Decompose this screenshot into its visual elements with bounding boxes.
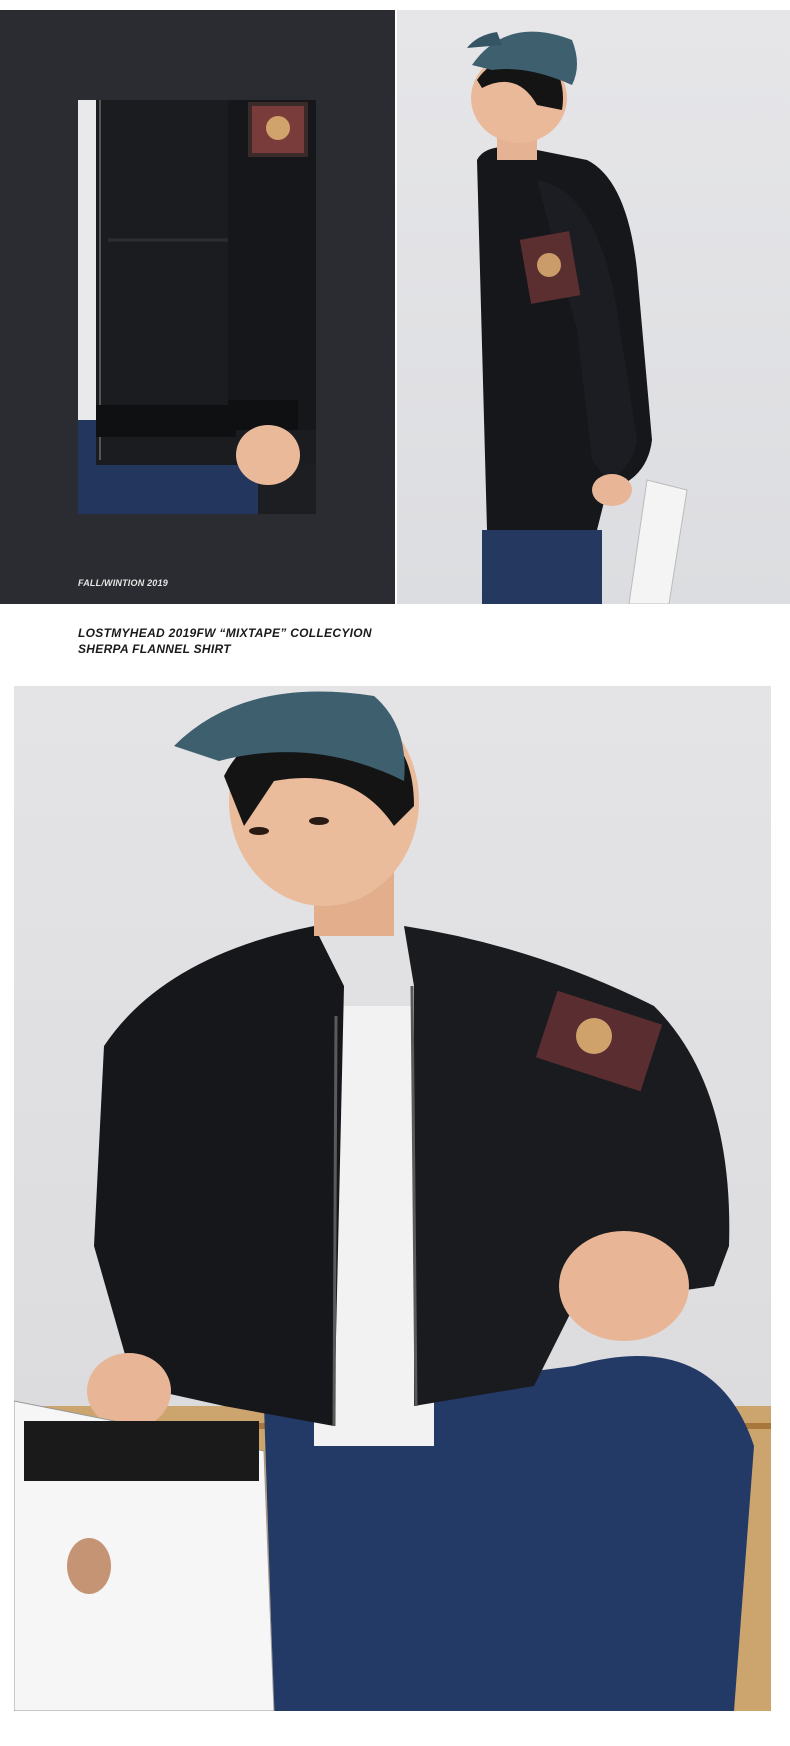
model-profile-illustration bbox=[467, 31, 688, 604]
profile-photo bbox=[397, 10, 790, 604]
product-subtitle: SHERPA FLANNEL SHIRT bbox=[78, 642, 231, 656]
model-seated-illustration bbox=[14, 691, 771, 1711]
collection-title: LOSTMYHEAD 2019FW “MIXTAPE” COLLECYION bbox=[78, 626, 372, 640]
jacket-detail-illustration bbox=[78, 100, 316, 514]
jacket-detail-photo bbox=[78, 100, 316, 514]
detail-panel: FALL/WINTION 2019 bbox=[0, 10, 395, 604]
season-caption: FALL/WINTION 2019 bbox=[78, 578, 168, 588]
main-model-photo bbox=[14, 686, 771, 1711]
